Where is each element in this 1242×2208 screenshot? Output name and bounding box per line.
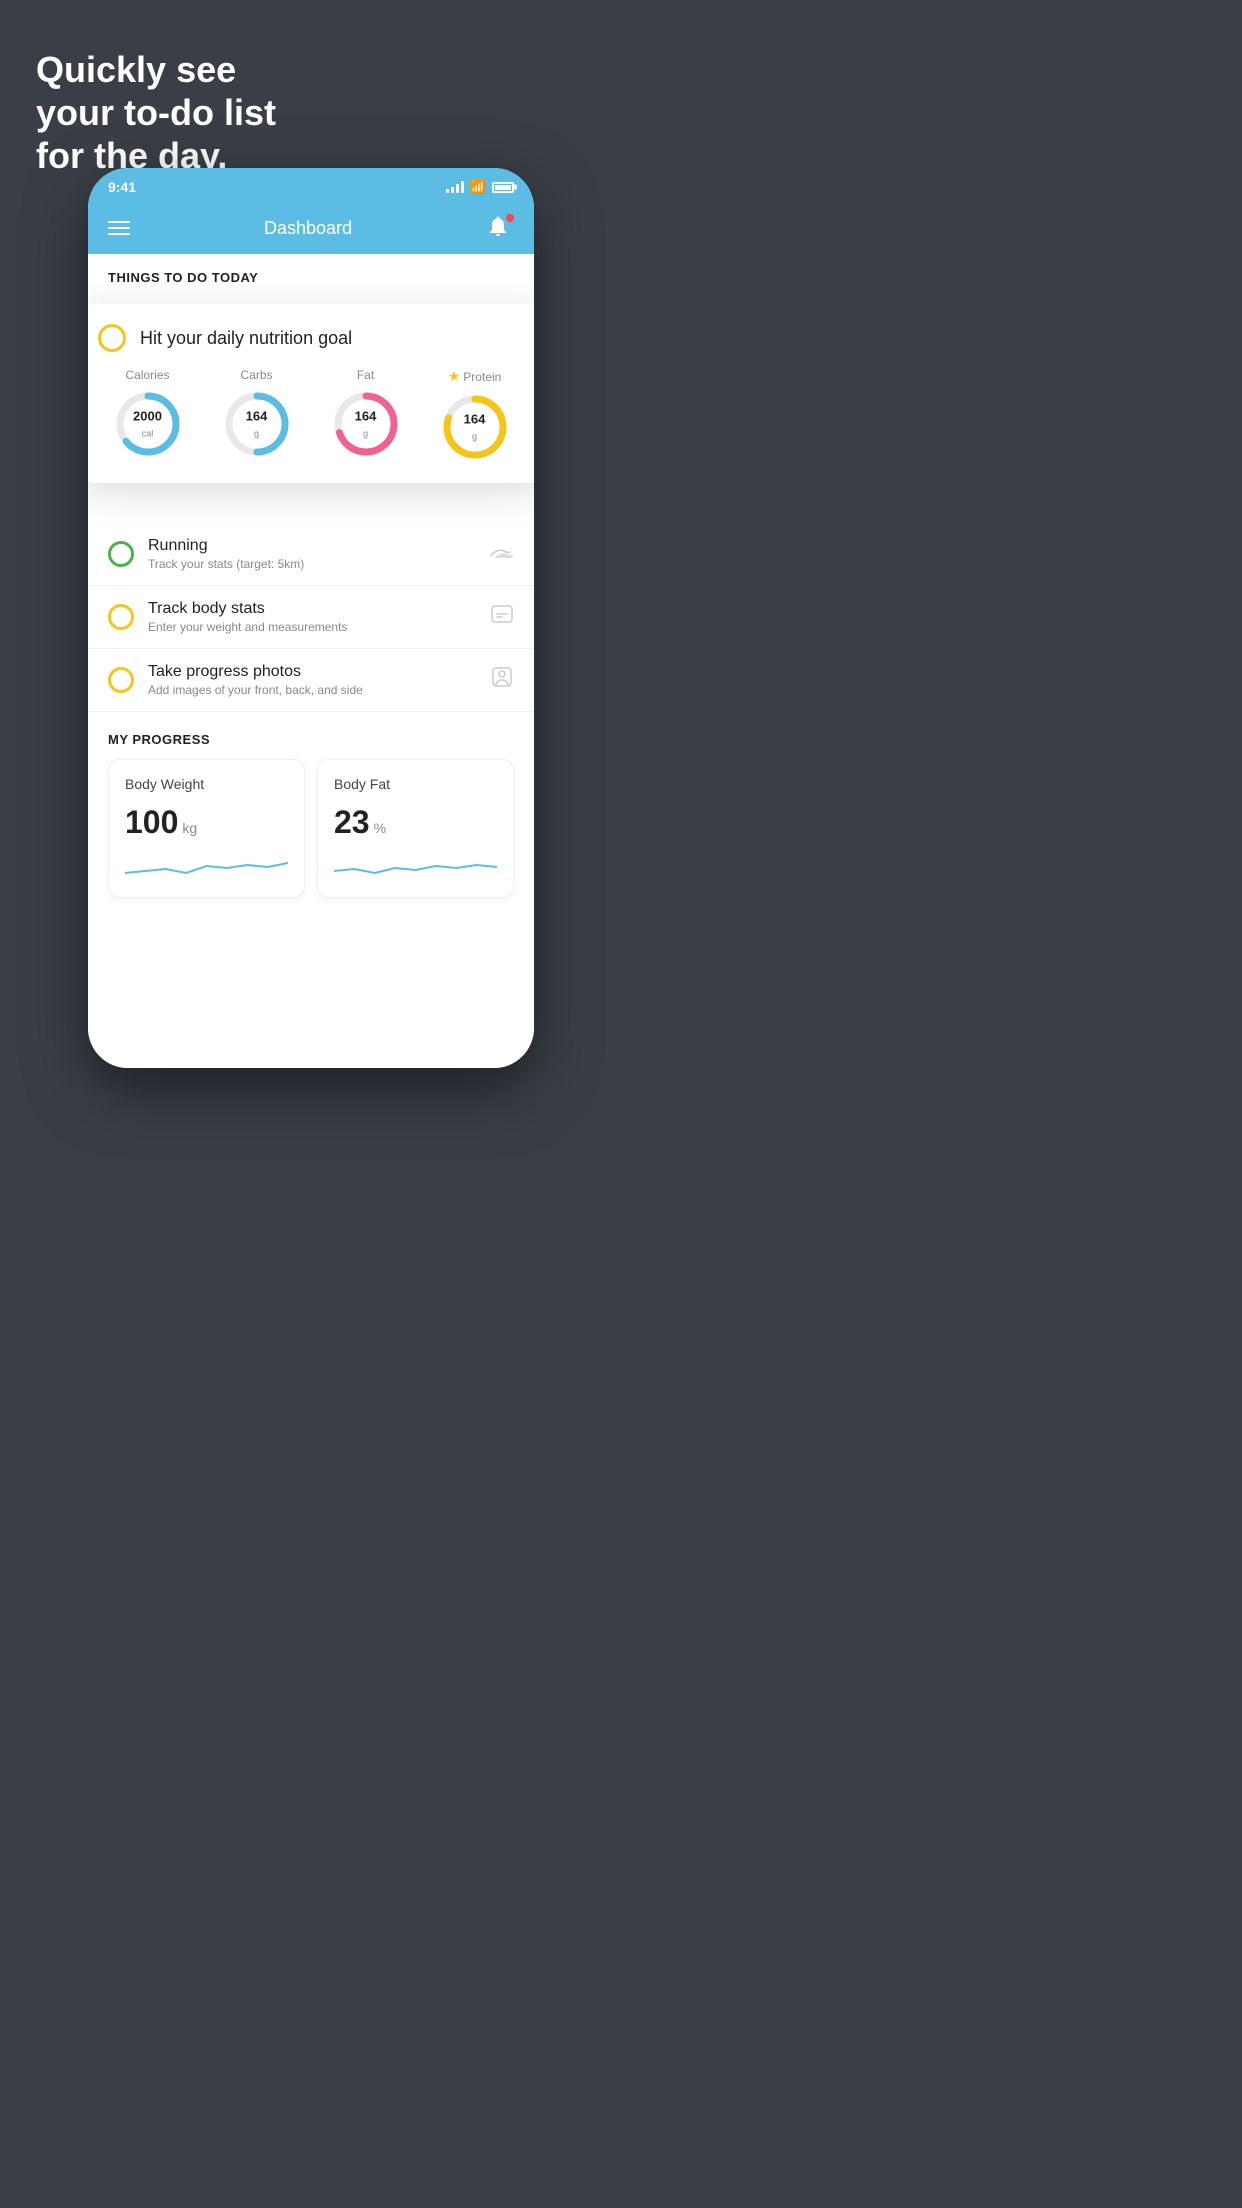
body-fat-card[interactable]: Body Fat 23 %: [317, 759, 514, 898]
star-icon: ★: [448, 368, 461, 385]
headline-line2: your to-do list: [36, 91, 276, 134]
todo-indicator-nutrition: [98, 324, 126, 352]
protein-value: 164g: [464, 411, 486, 442]
todo-title-photos: Take progress photos: [148, 663, 476, 681]
person-icon: [490, 665, 514, 695]
progress-header: MY PROGRESS: [108, 732, 514, 747]
todo-list: Running Track your stats (target: 5km) T…: [88, 523, 534, 712]
menu-button[interactable]: [108, 221, 130, 235]
nutrition-card: Hit your daily nutrition goal Calories 2…: [88, 304, 534, 483]
todo-item-running[interactable]: Running Track your stats (target: 5km): [88, 523, 534, 586]
body-fat-unit: %: [374, 820, 386, 836]
nav-bar: Dashboard: [88, 202, 534, 254]
body-weight-unit: kg: [182, 820, 197, 836]
donut-calories: 2000cal: [112, 388, 184, 460]
carbs-value: 164g: [246, 408, 268, 439]
headline-line1: Quickly see: [36, 48, 276, 91]
stat-fat: Fat 164g: [330, 368, 402, 463]
body-fat-value: 23 %: [334, 804, 497, 841]
nutrition-stats: Calories 2000cal Carbs: [98, 368, 524, 463]
body-fat-chart: [334, 851, 497, 881]
fat-value: 164g: [355, 408, 377, 439]
todo-circle-body-stats: [108, 604, 134, 630]
todo-text-body-stats: Track body stats Enter your weight and m…: [148, 600, 476, 634]
todo-subtitle-photos: Add images of your front, back, and side: [148, 683, 476, 697]
stat-calories: Calories 2000cal: [112, 368, 184, 463]
status-bar: 9:41 📶: [88, 168, 534, 202]
todo-title-body-stats: Track body stats: [148, 600, 476, 618]
donut-fat: 164g: [330, 388, 402, 460]
shoe-icon: [488, 540, 514, 568]
nutrition-title: Hit your daily nutrition goal: [140, 328, 352, 349]
todo-text-photos: Take progress photos Add images of your …: [148, 663, 476, 697]
stat-calories-label: Calories: [125, 368, 169, 382]
todo-item-body-stats[interactable]: Track body stats Enter your weight and m…: [88, 586, 534, 649]
stat-carbs: Carbs 164g: [221, 368, 293, 463]
notification-badge: [506, 214, 514, 222]
phone-shell: 9:41 📶 Dashboard: [88, 168, 534, 1068]
nutrition-card-header: Hit your daily nutrition goal: [98, 324, 524, 352]
body-weight-value: 100 kg: [125, 804, 288, 841]
progress-cards: Body Weight 100 kg Body Fat 23: [108, 759, 514, 898]
body-weight-title: Body Weight: [125, 776, 288, 792]
status-time: 9:41: [108, 179, 136, 195]
notification-button[interactable]: [486, 214, 514, 242]
signal-icon: [446, 181, 464, 193]
todo-subtitle-body-stats: Enter your weight and measurements: [148, 620, 476, 634]
nav-title: Dashboard: [264, 218, 352, 239]
todo-circle-photos: [108, 667, 134, 693]
progress-section: MY PROGRESS Body Weight 100 kg: [88, 732, 534, 898]
battery-icon: [492, 182, 514, 193]
body-weight-card[interactable]: Body Weight 100 kg: [108, 759, 305, 898]
headline: Quickly see your to-do list for the day.: [36, 48, 276, 178]
stat-fat-label: Fat: [357, 368, 374, 382]
todo-item-photos[interactable]: Take progress photos Add images of your …: [88, 649, 534, 712]
app-content: THINGS TO DO TODAY Hit your daily nutrit…: [88, 254, 534, 1068]
stat-protein: ★ Protein 164g: [439, 368, 511, 463]
donut-protein: 164g: [439, 391, 511, 463]
body-fat-title: Body Fat: [334, 776, 497, 792]
status-icons: 📶: [446, 179, 514, 195]
todo-circle-running: [108, 541, 134, 567]
calories-value: 2000cal: [133, 408, 162, 439]
todo-subtitle-running: Track your stats (target: 5km): [148, 557, 474, 571]
stat-carbs-label: Carbs: [240, 368, 272, 382]
scale-icon: [490, 602, 514, 632]
donut-carbs: 164g: [221, 388, 293, 460]
todo-title-running: Running: [148, 537, 474, 555]
things-header: THINGS TO DO TODAY: [88, 254, 534, 293]
todo-text-running: Running Track your stats (target: 5km): [148, 537, 474, 571]
wifi-icon: 📶: [470, 179, 486, 195]
stat-protein-label: ★ Protein: [448, 368, 502, 385]
body-weight-chart: [125, 851, 288, 881]
